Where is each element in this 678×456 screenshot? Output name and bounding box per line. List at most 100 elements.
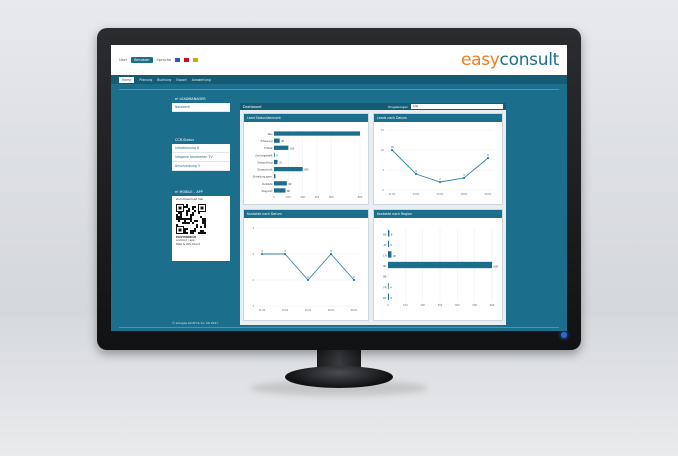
qr-module	[186, 221, 188, 224]
bar	[274, 188, 286, 193]
chart-card: Kontakte nach Datum 4 3 2 1 3 3 2 3 2 11.01 13.01 1…	[243, 209, 369, 321]
bar	[388, 251, 392, 258]
bar	[388, 282, 389, 290]
screen: User Benutzer Sprache easyconsult Home Pl…	[111, 45, 567, 331]
qr-module	[186, 217, 188, 220]
sidebar-item-status[interactable]: Infoabholung 8	[172, 144, 230, 153]
bar	[388, 240, 390, 248]
contacts-date-chart: 43213 323211.01 13.01 15.01 18.01 20.01	[252, 227, 360, 312]
user-select[interactable]: Benutzer	[131, 57, 153, 63]
chart-title: Leads nach Datum	[374, 114, 502, 122]
data-label: 3	[261, 250, 263, 253]
tick-label: 100	[286, 196, 291, 199]
mobile-app-panel: e! MOBILE – APP Zum Download hier EASYMO…	[172, 188, 230, 261]
tick-label: 2	[252, 279, 254, 282]
tick-label: 300	[315, 196, 320, 199]
tick-label: 11.01	[389, 193, 396, 196]
category-label: FR	[383, 286, 386, 289]
bar	[274, 145, 289, 150]
qr-module	[180, 211, 182, 214]
flag-icon[interactable]	[193, 58, 199, 62]
panel-title: e! LEADMANAGER	[172, 95, 230, 103]
data-label: 10	[391, 146, 394, 149]
qr-module	[204, 223, 206, 226]
qr-module	[192, 221, 194, 224]
qr-finder	[178, 228, 182, 232]
panel-title: e! MOBILE – APP	[172, 188, 230, 196]
tick-label: 600	[358, 196, 363, 199]
qr-module	[178, 219, 180, 222]
nav-item[interactable]: Planung	[139, 78, 152, 82]
tick-label: 13.01	[413, 193, 420, 196]
tick-label: 0	[387, 304, 389, 307]
dashboard-header: Dashboard Eingabungen Alle	[240, 103, 506, 110]
data-label: 6	[391, 297, 393, 300]
flag-icon[interactable]	[175, 58, 181, 62]
qr-module	[198, 211, 200, 214]
panel-title: CCR-Status	[172, 136, 230, 144]
qr-module	[184, 205, 186, 208]
data-point	[487, 157, 489, 159]
tick-label: 600	[490, 304, 495, 307]
data-point	[415, 173, 417, 175]
qr-finder	[178, 206, 182, 210]
qr-module	[176, 213, 178, 216]
qr-module	[186, 213, 188, 216]
nav-item[interactable]: Auswertung	[192, 78, 211, 82]
tick-label: 500	[472, 304, 477, 307]
data-label: 6	[391, 244, 393, 247]
category-label: Eingeschickt	[257, 169, 272, 172]
data-label: 8	[487, 154, 489, 157]
qr-module	[194, 227, 196, 230]
bar	[274, 166, 303, 172]
dashboard-title: Dashboard	[243, 104, 262, 109]
chart-card: Lead Statusübersicht 0 100 200 300 400 600 Neu…	[243, 113, 369, 205]
qr-module	[204, 217, 206, 220]
tick-label: 400	[329, 196, 334, 199]
qr-module	[204, 231, 206, 234]
qr-module	[186, 205, 188, 208]
tick-label: 0	[382, 189, 384, 192]
qr-module	[204, 221, 206, 224]
divider	[119, 89, 559, 90]
qr-module	[194, 229, 196, 232]
power-led-icon	[561, 332, 567, 338]
tick-label: 15.01	[305, 309, 312, 312]
chart-title: Lead Statusübersicht	[244, 114, 368, 122]
bar	[388, 261, 492, 269]
qr-module	[194, 205, 196, 208]
sidebar-item-status[interactable]: Infogene bearbeiten TV	[172, 153, 230, 162]
filter-select[interactable]: Alle	[411, 104, 503, 109]
bar	[274, 152, 275, 158]
sidebar-item-netzwerk[interactable]: Netzwerk	[172, 103, 230, 112]
nav-item[interactable]: Buchung	[157, 78, 171, 82]
data-label: 3	[284, 250, 286, 253]
data-label: 2	[439, 178, 441, 181]
tick-label: 200	[300, 196, 305, 199]
bar	[274, 181, 287, 186]
tick-label: 400	[455, 304, 460, 307]
qr-module	[186, 231, 188, 234]
bar	[388, 293, 390, 300]
monitor: User Benutzer Sprache easyconsult Home Pl…	[97, 28, 581, 350]
nav-item[interactable]: Home	[119, 76, 135, 83]
qr-module	[200, 229, 202, 232]
contacts-region-chart: 0 100 200 300 400 500 600 DE 8 AT 6 CH 20 NL 600 BE FR 4 D…	[383, 228, 498, 307]
bar	[274, 174, 276, 179]
data-label: 90	[288, 183, 291, 186]
filter-label: Eingabungen	[388, 104, 408, 109]
data-label: 3	[330, 250, 332, 253]
data-label: 80	[287, 190, 290, 193]
qr-module	[188, 217, 190, 220]
category-label: DE	[383, 233, 387, 236]
qr-finder	[200, 206, 204, 210]
nav-item[interactable]: Export	[176, 78, 186, 82]
bar	[388, 230, 390, 237]
qr-module	[202, 221, 204, 224]
category-label: Erfassung	[261, 140, 273, 143]
flag-icon[interactable]	[184, 58, 190, 62]
qr-module	[196, 219, 198, 222]
sidebar-item-status[interactable]: Anschreibung 3	[172, 162, 230, 171]
qr-module	[202, 219, 204, 222]
qr-code-icon[interactable]	[176, 203, 206, 234]
